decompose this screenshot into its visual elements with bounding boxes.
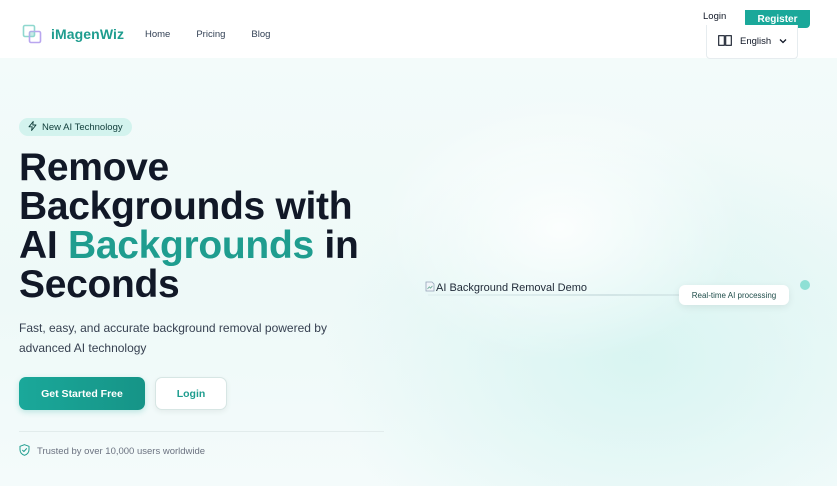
demo-image-alt-text: AI Background Removal Demo: [436, 282, 588, 294]
hero-title-line3-pre: AI: [19, 224, 58, 267]
hero-title-line2: Backgrounds with: [19, 185, 353, 228]
book-icon: [718, 34, 732, 49]
brand[interactable]: iMagenWiz: [22, 24, 124, 44]
new-tech-badge: New AI Technology: [19, 118, 132, 136]
site-header: iMagenWiz Home Pricing Blog Login Regist…: [0, 0, 837, 59]
hero-title-accent: Backgrounds: [67, 224, 314, 267]
header-login-link[interactable]: Login: [703, 11, 726, 22]
badge-label: New AI Technology: [42, 121, 123, 133]
hero-title: Remove Backgrounds with AI Backgrounds i…: [19, 148, 409, 304]
hero-subtitle: Fast, easy, and accurate background remo…: [19, 321, 327, 355]
brand-name: iMagenWiz: [51, 26, 125, 42]
hero-title-line3-post: in: [324, 224, 359, 267]
lightning-icon: [28, 120, 37, 134]
trust-line: Trusted by over 10,000 users worldwide: [19, 444, 205, 459]
divider: [19, 431, 384, 432]
chevron-down-icon: [779, 36, 787, 47]
nav-item-pricing[interactable]: Pricing: [196, 29, 225, 40]
realtime-processing-chip: Real-time AI processing: [679, 285, 789, 305]
broken-image-icon: [425, 281, 435, 295]
trust-text: Trusted by over 10,000 users worldwide: [37, 446, 206, 457]
shield-check-icon: [19, 444, 30, 459]
overlapping-squares-logo-icon: [22, 24, 42, 44]
main-nav: Home Pricing Blog: [145, 29, 270, 40]
get-started-button[interactable]: Get Started Free: [19, 377, 145, 410]
language-selector[interactable]: English: [706, 25, 798, 59]
demo-image: AI Background Removal Demo: [425, 281, 587, 295]
hero-title-line4: Seconds: [19, 263, 180, 306]
nav-item-blog[interactable]: Blog: [251, 29, 270, 40]
decorative-dot: [800, 280, 810, 290]
hero-login-button[interactable]: Login: [155, 377, 227, 410]
nav-item-home[interactable]: Home: [145, 29, 170, 40]
hero-title-line1: Remove: [19, 146, 169, 189]
language-label: English: [740, 36, 772, 47]
